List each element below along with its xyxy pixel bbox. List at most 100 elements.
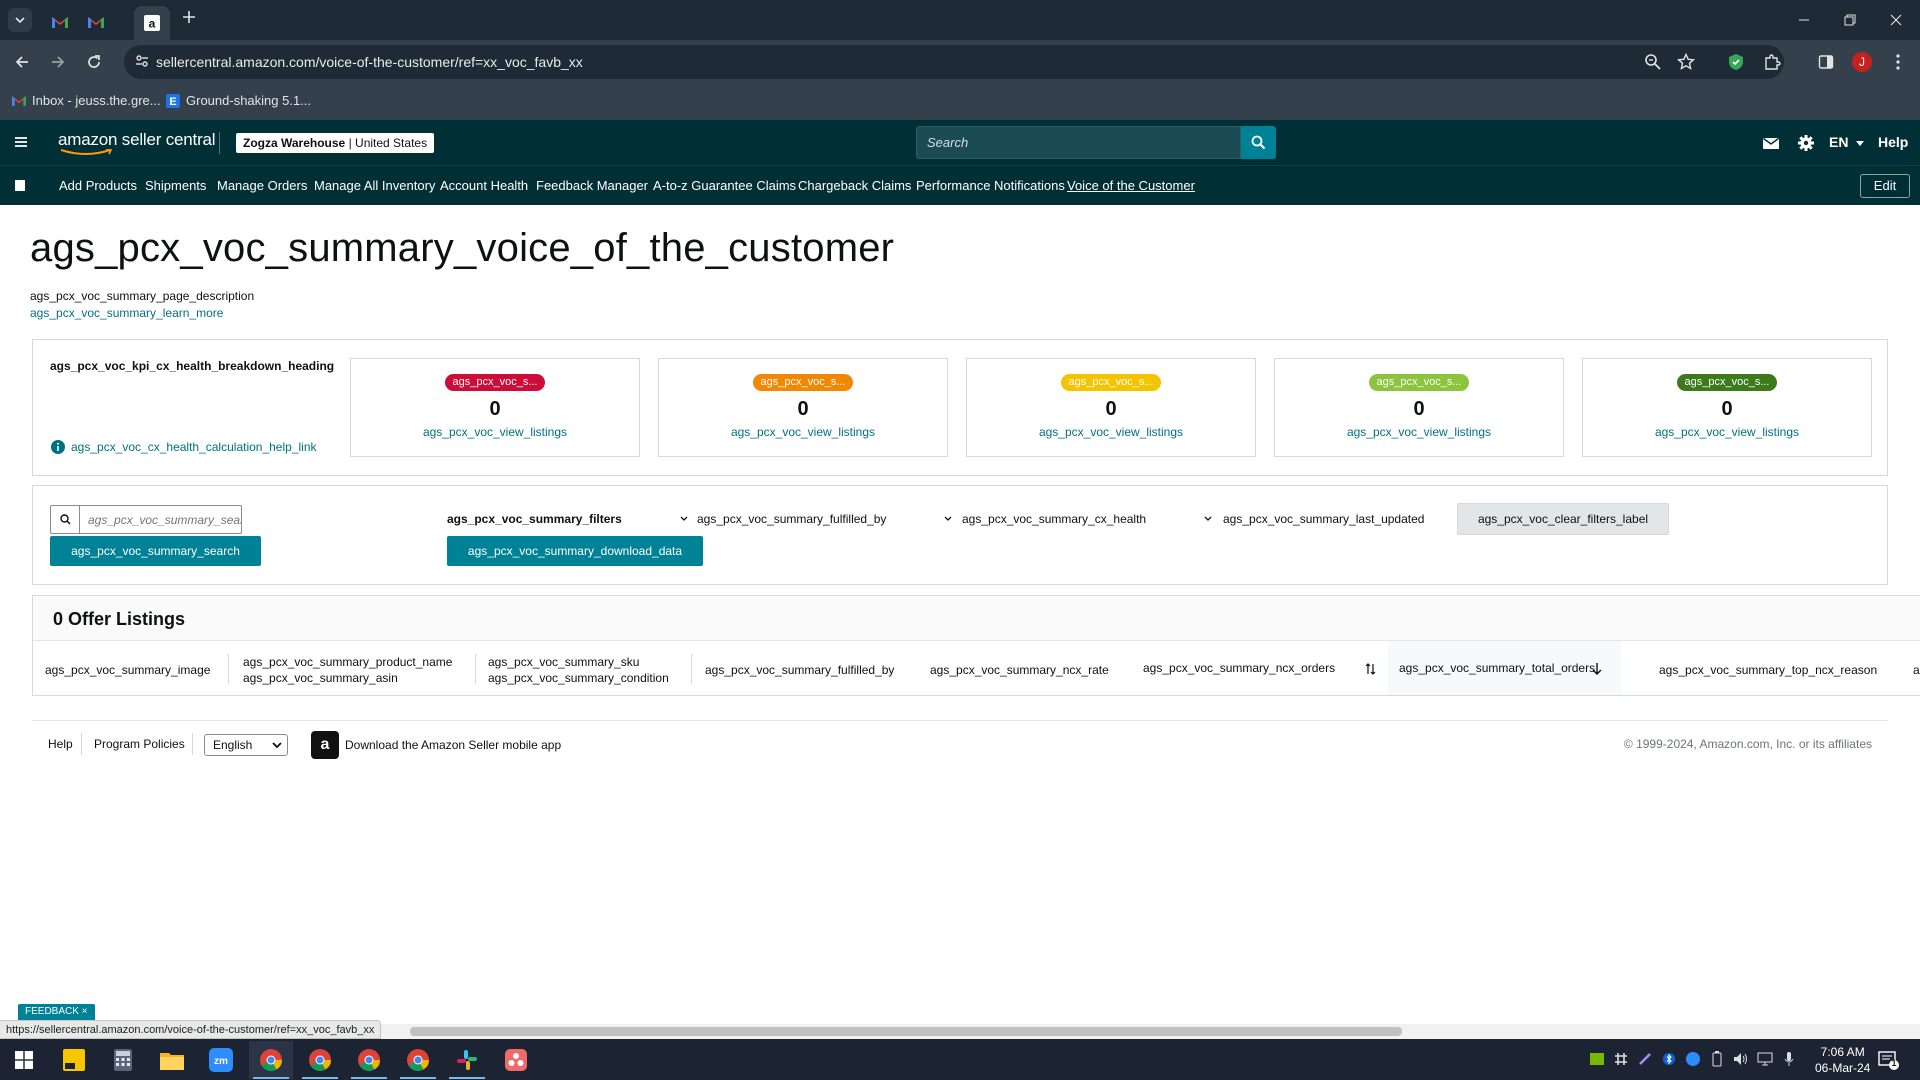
- col-top-ncx-reason[interactable]: ags_pcx_voc_summary_top_ncx_reason: [1659, 662, 1877, 695]
- bluetooth-icon[interactable]: [1661, 1051, 1677, 1067]
- microphone-icon[interactable]: [1781, 1051, 1797, 1067]
- nav-voice-of-the-customer[interactable]: Voice of the Customer: [1067, 178, 1195, 193]
- kpi-view-listings-link[interactable]: ags_pcx_voc_view_listings: [1275, 425, 1563, 439]
- fulfilled-by-filter[interactable]: ags_pcx_voc_summary_fulfilled_by: [697, 512, 886, 526]
- bookmark-inbox[interactable]: Inbox - jeuss.the.gre...: [12, 93, 161, 108]
- header-search-input[interactable]: [917, 127, 1240, 158]
- kpi-view-listings-link[interactable]: ags_pcx_voc_view_listings: [967, 425, 1255, 439]
- nav-manage-all-inventory[interactable]: Manage All Inventory: [314, 178, 435, 193]
- extensions-button[interactable]: [1762, 52, 1782, 72]
- tab-gmail-2[interactable]: [78, 8, 114, 36]
- nav-add-products[interactable]: Add Products: [59, 178, 137, 193]
- new-tab-button[interactable]: [182, 10, 202, 30]
- sort-both-icon[interactable]: [1365, 662, 1377, 676]
- side-panel-button[interactable]: [1816, 52, 1836, 72]
- nav-manage-orders[interactable]: Manage Orders: [217, 178, 307, 193]
- battery-icon[interactable]: [1709, 1051, 1725, 1067]
- tray-pen-icon[interactable]: [1637, 1051, 1653, 1067]
- taskbar-chrome-1[interactable]: [249, 1041, 293, 1079]
- col-fulfilled-by[interactable]: ags_pcx_voc_summary_fulfilled_by: [705, 662, 894, 695]
- col-ncx-rate[interactable]: ags_pcx_voc_summary_ncx_rate: [930, 662, 1109, 695]
- clear-filters-button[interactable]: ags_pcx_voc_clear_filters_label: [1457, 503, 1669, 535]
- bookmark-ground-shaking[interactable]: E Ground-shaking 5.1...: [166, 93, 311, 108]
- mobile-app-link[interactable]: a Download the Amazon Seller mobile app: [311, 731, 561, 759]
- taskbar-asana[interactable]: [494, 1041, 538, 1079]
- tab-search-button[interactable]: [8, 8, 32, 32]
- scrollbar-thumb[interactable]: [410, 1027, 1402, 1036]
- nav-performance-notifications[interactable]: Performance Notifications: [916, 178, 1065, 193]
- nav-feedback-manager[interactable]: Feedback Manager: [536, 178, 648, 193]
- gear-icon[interactable]: [1797, 134, 1815, 152]
- seller-central-nav: Add Products Shipments Manage Orders Man…: [0, 165, 1920, 205]
- taskbar-chrome-4[interactable]: [396, 1041, 440, 1079]
- address-bar[interactable]: sellercentral.amazon.com/voice-of-the-cu…: [124, 45, 1784, 79]
- nav-edit-button[interactable]: Edit: [1860, 174, 1910, 198]
- tab-gmail-1[interactable]: [42, 8, 78, 36]
- zoom-icon[interactable]: [1644, 53, 1662, 71]
- cx-health-filter[interactable]: ags_pcx_voc_summary_cx_health: [962, 512, 1146, 526]
- start-button[interactable]: [2, 1041, 46, 1079]
- network-icon[interactable]: [1757, 1051, 1773, 1067]
- sort-down-icon[interactable]: [1591, 662, 1603, 676]
- header-help-link[interactable]: Help: [1878, 134, 1908, 150]
- col-total-orders[interactable]: ags_pcx_voc_summary_total_orders: [1399, 660, 1595, 695]
- notification-center-button[interactable]: 1: [1876, 1047, 1900, 1071]
- bookmark-star-icon[interactable]: [1677, 53, 1695, 71]
- taskbar-calculator[interactable]: [101, 1041, 145, 1079]
- taskbar-chrome-3[interactable]: [347, 1041, 391, 1079]
- chevron-down-icon: [944, 516, 952, 521]
- profile-avatar[interactable]: J: [1852, 52, 1872, 72]
- taskbar-file-explorer[interactable]: [150, 1041, 194, 1079]
- last-updated-filter[interactable]: ags_pcx_voc_summary_last_updated: [1223, 512, 1424, 526]
- taskbar-zoom[interactable]: zm: [199, 1041, 243, 1079]
- hamburger-menu-icon[interactable]: [12, 133, 30, 151]
- browser-menu-button[interactable]: [1888, 52, 1908, 72]
- mobile-app-label: Download the Amazon Seller mobile app: [345, 738, 562, 752]
- col-product-name[interactable]: ags_pcx_voc_summary_product_name ags_pcx…: [243, 654, 452, 695]
- footer-program-policies-link[interactable]: Program Policies: [94, 737, 185, 751]
- store-switcher[interactable]: Zogza Warehouse | United States: [236, 133, 435, 153]
- nav-account-health[interactable]: Account Health: [440, 178, 528, 193]
- bookmark-icon[interactable]: [15, 180, 25, 191]
- footer-language-select[interactable]: English: [204, 734, 288, 756]
- seller-central-logo[interactable]: amazon seller central: [58, 130, 216, 155]
- listing-search-input[interactable]: [81, 506, 241, 533]
- col-ncx-orders[interactable]: ags_pcx_voc_summary_ncx_orders: [1143, 660, 1335, 695]
- feedback-tab[interactable]: FEEDBACK ×: [18, 1004, 95, 1020]
- minimize-button[interactable]: [1794, 10, 1814, 30]
- kpi-view-listings-link[interactable]: ags_pcx_voc_view_listings: [351, 425, 639, 439]
- kpi-view-listings-link[interactable]: ags_pcx_voc_view_listings: [1583, 425, 1871, 439]
- learn-more-link[interactable]: ags_pcx_voc_summary_learn_more: [30, 306, 223, 320]
- kpi-status-pill: ags_pcx_voc_s...: [1369, 374, 1469, 391]
- taskbar-chrome-2[interactable]: [298, 1041, 342, 1079]
- footer-help-link[interactable]: Help: [48, 737, 73, 751]
- reload-button[interactable]: [84, 52, 104, 72]
- kpi-view-listings-link[interactable]: ags_pcx_voc_view_listings: [659, 425, 947, 439]
- nav-a-to-z-claims[interactable]: A-to-z Guarantee Claims: [653, 178, 796, 193]
- taskbar-sticky-notes[interactable]: [52, 1041, 96, 1079]
- header-search-button[interactable]: [1241, 126, 1276, 159]
- cx-health-help-link[interactable]: ags_pcx_voc_cx_health_calculation_help_l…: [51, 440, 317, 454]
- volume-icon[interactable]: [1733, 1051, 1749, 1067]
- restore-icon: [1844, 14, 1856, 26]
- extension-shield-button[interactable]: [1726, 52, 1746, 72]
- tray-slack-icon[interactable]: [1613, 1051, 1629, 1067]
- col-sku[interactable]: ags_pcx_voc_summary_sku ags_pcx_voc_summ…: [488, 654, 669, 695]
- download-data-button[interactable]: ags_pcx_voc_summary_download_data: [447, 536, 703, 566]
- chevron-down-icon: [15, 17, 25, 24]
- nav-chargeback-claims[interactable]: Chargeback Claims: [798, 178, 911, 193]
- language-selector[interactable]: EN: [1829, 134, 1865, 150]
- back-button[interactable]: [12, 52, 32, 72]
- nav-shipments[interactable]: Shipments: [145, 178, 206, 193]
- tab-seller-central[interactable]: a: [134, 6, 170, 40]
- search-button[interactable]: ags_pcx_voc_summary_search: [50, 536, 261, 566]
- restore-button[interactable]: [1840, 10, 1860, 30]
- mail-icon[interactable]: [1762, 134, 1780, 152]
- taskbar-slack[interactable]: [445, 1041, 489, 1079]
- taskbar-clock[interactable]: 7:06 AM 06-Mar-24: [1815, 1044, 1870, 1076]
- tray-zoom-icon[interactable]: [1685, 1051, 1701, 1067]
- forward-button[interactable]: [48, 52, 68, 72]
- close-window-button[interactable]: [1886, 10, 1906, 30]
- site-settings-icon[interactable]: [134, 53, 150, 69]
- tray-nvidia-icon[interactable]: [1589, 1051, 1605, 1067]
